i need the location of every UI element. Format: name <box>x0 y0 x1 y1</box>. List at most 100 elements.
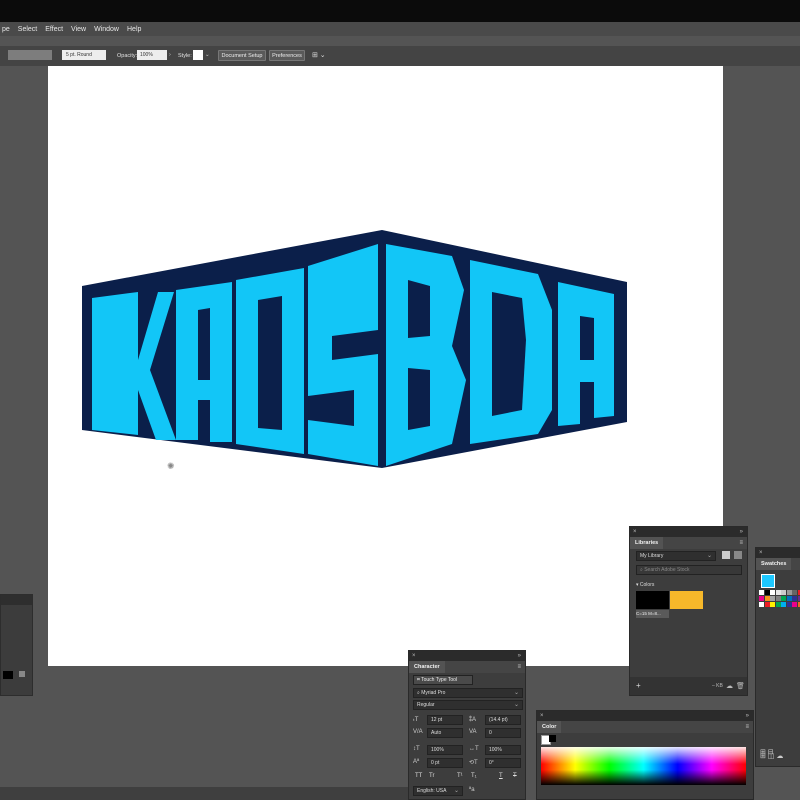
screen: pe Select Effect View Window Help 5 pt. … <box>0 0 800 800</box>
fill-field[interactable] <box>8 50 52 60</box>
baseline-shift-field[interactable]: 0 pt <box>427 758 463 768</box>
swatch-grid <box>759 590 800 608</box>
swatch-chip[interactable] <box>759 596 764 601</box>
font-family-select[interactable]: ⌕ Myriad Pro ⌄ <box>413 688 523 698</box>
tab-libraries[interactable]: Libraries <box>630 537 664 549</box>
align-icon[interactable]: ⊞ ⌄ <box>312 51 326 59</box>
swatch-chip[interactable] <box>764 602 770 607</box>
swatch-chip[interactable] <box>786 602 792 607</box>
library-swatch-black[interactable] <box>636 591 669 609</box>
menu-item-window[interactable]: Window <box>94 26 119 33</box>
swatch-chip[interactable] <box>792 590 797 595</box>
close-icon[interactable]: × <box>759 548 763 558</box>
swatch-chip[interactable] <box>786 590 792 595</box>
opacity-label: Opacity: <box>117 53 138 59</box>
vertical-scale-field[interactable]: 100% <box>427 745 463 755</box>
swatch-chip[interactable] <box>759 590 764 595</box>
swatch-chip[interactable] <box>792 596 797 601</box>
fill-stroke-indicator[interactable] <box>761 574 775 588</box>
menu-item-type[interactable]: pe <box>2 26 10 33</box>
font-size-icon: ₜT <box>413 717 419 723</box>
menu-item-effect[interactable]: Effect <box>45 26 63 33</box>
swatch-chip[interactable] <box>781 602 786 607</box>
library-name: My Library <box>640 553 664 559</box>
swatch-chip[interactable] <box>775 590 781 595</box>
left-panel-gray-swatch[interactable] <box>19 671 25 677</box>
preferences-button[interactable]: Preferences <box>269 50 305 61</box>
collapse-icon[interactable]: » <box>740 527 743 537</box>
panel-menu-icon[interactable]: ≡ <box>739 537 743 549</box>
tab-swatches[interactable]: Swatches <box>756 558 792 570</box>
chevron-down-icon: ⌄ <box>513 702 519 708</box>
opacity-arrow-icon[interactable]: › <box>169 52 171 58</box>
collapse-icon[interactable]: » <box>518 651 521 661</box>
letter-b-hole-2 <box>408 368 430 430</box>
swatch-chip[interactable] <box>764 596 770 601</box>
leading-field[interactable]: (14.4 pt) <box>485 715 521 725</box>
rotation-field[interactable]: 0° <box>485 758 521 768</box>
swatch-chip[interactable] <box>792 602 797 607</box>
all-caps-button[interactable]: TT <box>415 773 422 779</box>
library-size: – KB <box>712 683 723 689</box>
opacity-field[interactable]: 100% <box>137 50 167 60</box>
font-style-select[interactable]: Regular ⌄ <box>413 700 523 710</box>
horizontal-scrollbar[interactable] <box>0 787 410 800</box>
tracking-field[interactable]: 0 <box>485 728 521 738</box>
cloud-icon[interactable]: ☁ <box>726 682 733 690</box>
black-swatch[interactable] <box>549 735 556 742</box>
tab-color[interactable]: Color <box>537 721 562 733</box>
left-panel-black-swatch[interactable] <box>3 671 13 679</box>
subscript-button[interactable]: T₁ <box>471 773 477 779</box>
menu-item-help[interactable]: Help <box>127 26 141 33</box>
font-family-value: Myriad Pro <box>421 690 446 696</box>
swatch-chip[interactable] <box>775 602 781 607</box>
swatch-chip[interactable] <box>786 596 792 601</box>
small-caps-button[interactable]: Tr <box>429 773 434 779</box>
trash-icon[interactable]: 🗑 <box>736 682 745 690</box>
panel-menu-icon[interactable]: ≡ <box>517 661 521 673</box>
strikethrough-button[interactable]: T <box>513 773 517 779</box>
swatches-tab-row: Swatches <box>756 558 800 570</box>
colors-section-header[interactable]: ▾ Colors <box>636 582 654 588</box>
swatch-chip[interactable] <box>781 596 786 601</box>
menu-item-select[interactable]: Select <box>18 26 37 33</box>
stock-search-input[interactable]: ⌕ Search Adobe Stock <box>636 565 742 575</box>
kaosboa-logo[interactable] <box>82 230 627 470</box>
font-size-field[interactable]: 12 pt <box>427 715 463 725</box>
close-icon[interactable]: × <box>412 651 416 661</box>
superscript-button[interactable]: T¹ <box>457 773 463 779</box>
underline-button[interactable]: T <box>499 773 503 779</box>
search-placeholder: Search Adobe Stock <box>644 567 690 573</box>
panel-menu-icon[interactable]: ≡ <box>745 721 749 733</box>
touch-type-tool-button[interactable]: ⌗ Touch Type Tool <box>413 675 473 685</box>
swatch-chip[interactable] <box>770 596 775 601</box>
stroke-profile-select[interactable]: 5 pt. Round <box>62 50 106 60</box>
bottom-right-icons[interactable]: ⊞ ◫ ☁ <box>760 752 783 760</box>
language-select[interactable]: English: USA ⌄ <box>413 786 463 796</box>
kerning-field[interactable]: Auto <box>427 728 463 738</box>
swatch-chip[interactable] <box>770 590 775 595</box>
tab-character[interactable]: Character <box>409 661 445 673</box>
swatch-chip[interactable] <box>770 602 775 607</box>
swatch-chip[interactable] <box>759 602 764 607</box>
grid-view-icon[interactable] <box>722 551 730 559</box>
menu-item-view[interactable]: View <box>71 26 86 33</box>
vertical-scale-icon: ↕T <box>413 746 420 752</box>
style-swatch[interactable] <box>193 50 203 60</box>
library-select[interactable]: My Library ⌄ <box>636 551 716 561</box>
list-view-icon[interactable] <box>734 551 742 559</box>
close-icon[interactable]: × <box>540 711 544 721</box>
color-spectrum[interactable] <box>541 747 746 785</box>
letter-a2-hole <box>580 316 594 360</box>
library-swatch-yellow[interactable] <box>670 591 703 609</box>
swatch-chip[interactable] <box>775 596 781 601</box>
horizontal-scale-field[interactable]: 100% <box>485 745 521 755</box>
document-setup-button[interactable]: Document Setup <box>218 50 266 61</box>
style-chevron-down-icon[interactable]: ⌄ <box>205 52 210 58</box>
close-icon[interactable]: × <box>633 527 637 537</box>
collapse-icon[interactable]: » <box>746 711 749 721</box>
swatch-chip[interactable] <box>764 590 770 595</box>
touch-type-label: Touch Type Tool <box>421 677 458 683</box>
add-icon[interactable]: + <box>636 681 641 690</box>
swatch-chip[interactable] <box>781 590 786 595</box>
